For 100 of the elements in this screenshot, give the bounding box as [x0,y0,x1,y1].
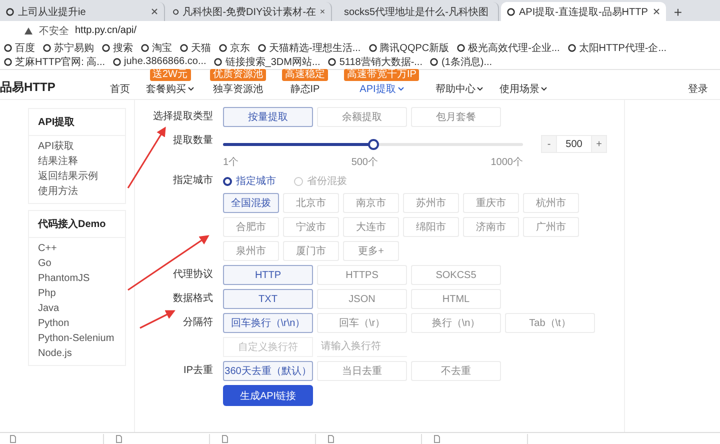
bookmark[interactable]: 芝麻HTTP官网: 高... [4,55,105,68]
sidebar-link[interactable]: API获取 [38,139,116,154]
radio-label: 指定城市 [236,174,276,188]
sidebar-link[interactable]: Python-Selenium [38,331,116,346]
site-icon [430,58,438,66]
sidebar-link[interactable]: Php [38,286,116,301]
bookmark-label: 天猫 [191,42,211,54]
bookmark-label: 腾讯QQPC新版 [380,42,450,54]
city-option[interactable]: 杭州市 [523,193,579,213]
bookmark[interactable]: 百度 [4,41,35,54]
nav-link[interactable]: 独享资源池 [213,82,263,96]
browser-tab[interactable]: API提取-直连提取-品易HTTP [501,2,666,21]
nav-link[interactable]: API提取 [360,82,404,96]
close-icon[interactable] [653,8,660,15]
radio-option[interactable]: 指定城市 [223,174,276,188]
city-option[interactable]: 北京市 [283,193,339,213]
decrement-button[interactable]: - [541,135,557,153]
nav-link[interactable]: 首页 [110,82,130,96]
option-button[interactable]: 360天去重（默认） [223,361,313,381]
city-option[interactable]: 苏州市 [403,193,459,213]
generate-link-button[interactable]: 生成API链接 [223,385,313,406]
option-button[interactable]: 回车换行（\r\n） [223,313,313,333]
city-option[interactable]: 绵阳市 [403,217,459,237]
option-button[interactable]: 当日去重 [317,361,407,381]
site-icon [6,8,14,16]
nav-link[interactable]: 套餐购买 [146,82,194,96]
address-url[interactable]: http.py.cn/api/ [75,25,137,36]
bookmark[interactable]: 链接搜索_3DM网站... [214,55,320,68]
sidebar-link[interactable]: 结果注释 [38,154,116,169]
city-option[interactable]: 重庆市 [463,193,519,213]
bookmark[interactable]: 搜索 [102,41,133,54]
sidebar-link[interactable]: PhantomJS [38,271,116,286]
city-option[interactable]: 合肥市 [223,217,279,237]
option-button[interactable]: 包月套餐 [411,107,501,127]
city-option[interactable]: 广州市 [523,217,579,237]
file-icon[interactable] [116,435,122,443]
slider-thumb[interactable] [368,138,379,150]
bookmark[interactable]: 天猫 [180,41,211,54]
file-icon[interactable] [10,435,16,443]
nav-link[interactable]: 静态IP [290,82,320,96]
bookmark-label: 太阳HTTP代理-企... [578,42,667,54]
city-option[interactable]: 大连市 [343,217,399,237]
bookmark-label: 京东 [230,42,250,54]
option-button[interactable]: 不去重 [411,361,501,381]
site-logo[interactable]: 品易HTTP [0,79,110,96]
sidebar-link[interactable]: Python [38,316,116,331]
option-button[interactable]: 按量提取 [223,107,313,127]
nav-link[interactable]: 使用场景 [499,82,548,96]
file-icon[interactable] [222,435,228,443]
bookmark[interactable]: 极光高效代理-企业... [457,41,560,54]
option-button[interactable]: 余额提取 [317,107,407,127]
bookmark[interactable]: 淘宝 [141,41,172,54]
city-option[interactable]: 南京市 [343,193,399,213]
promo-badge: 高速稳定 [282,69,328,81]
bookmark[interactable]: 天猫精选-理想生活... [258,41,361,54]
bookmark[interactable]: 腾讯QQPC新版 [368,41,450,54]
bookmark[interactable]: (1条消息)... [430,55,492,68]
city-option[interactable]: 宁波市 [283,217,339,237]
increment-button[interactable]: + [591,135,607,153]
caret-icon [477,87,484,91]
bookmark[interactable]: 太阳HTTP代理-企... [568,41,667,54]
file-icon[interactable] [434,435,440,443]
field-label: 代理协议 [173,268,213,282]
sidebar-link[interactable]: 使用方法 [38,184,116,199]
field-label: 指定城市 [173,174,213,188]
site-icon [141,44,149,52]
close-icon[interactable] [320,8,325,15]
city-option[interactable]: 更多+ [343,241,399,261]
option-button[interactable]: HTML [411,289,501,309]
city-option[interactable]: 全国混拨 [223,193,279,213]
option-button[interactable]: 换行（\n） [411,313,501,333]
option-button[interactable]: SOKCS5 [411,265,501,285]
bookmark[interactable]: 苏宁易购 [43,41,94,54]
bookmark[interactable]: juhe.3866866.co... [113,55,206,68]
nav-link[interactable]: 帮助中心 [435,82,484,96]
close-icon[interactable] [151,8,158,15]
new-tab-button[interactable]: + [668,2,688,21]
option-button[interactable]: HTTPS [317,265,407,285]
option-button[interactable]: HTTP [223,265,313,285]
option-button[interactable]: 回车（\r） [317,313,407,333]
option-button[interactable]: Tab（\t） [505,313,595,333]
sidebar-link[interactable]: Java [38,301,116,316]
quantity-input[interactable]: 500 [557,135,591,153]
city-option[interactable]: 泉州市 [223,241,279,261]
bookmark-label: 淘宝 [152,42,172,54]
bookmark-label: 链接搜索_3DM网站... [225,56,320,68]
option-button[interactable]: TXT [223,289,313,309]
city-option[interactable]: 厦门市 [283,241,339,261]
sidebar-link[interactable]: Go [38,256,116,271]
city-option[interactable]: 济南市 [463,217,519,237]
bookmark[interactable]: 京东 [219,41,250,54]
field-label: 分隔符 [183,316,213,330]
option-button[interactable]: JSON [317,289,407,309]
sidebar-link[interactable]: 返回结果示例 [38,169,116,184]
login-link[interactable]: 登录 [688,82,708,96]
sidebar-link[interactable]: C++ [38,241,116,256]
file-icon[interactable] [328,435,334,443]
card-title: API提取 [29,109,125,136]
sidebar-link[interactable]: Node.js [38,346,116,361]
bookmark[interactable]: 5118营销大数据-... [328,55,422,68]
